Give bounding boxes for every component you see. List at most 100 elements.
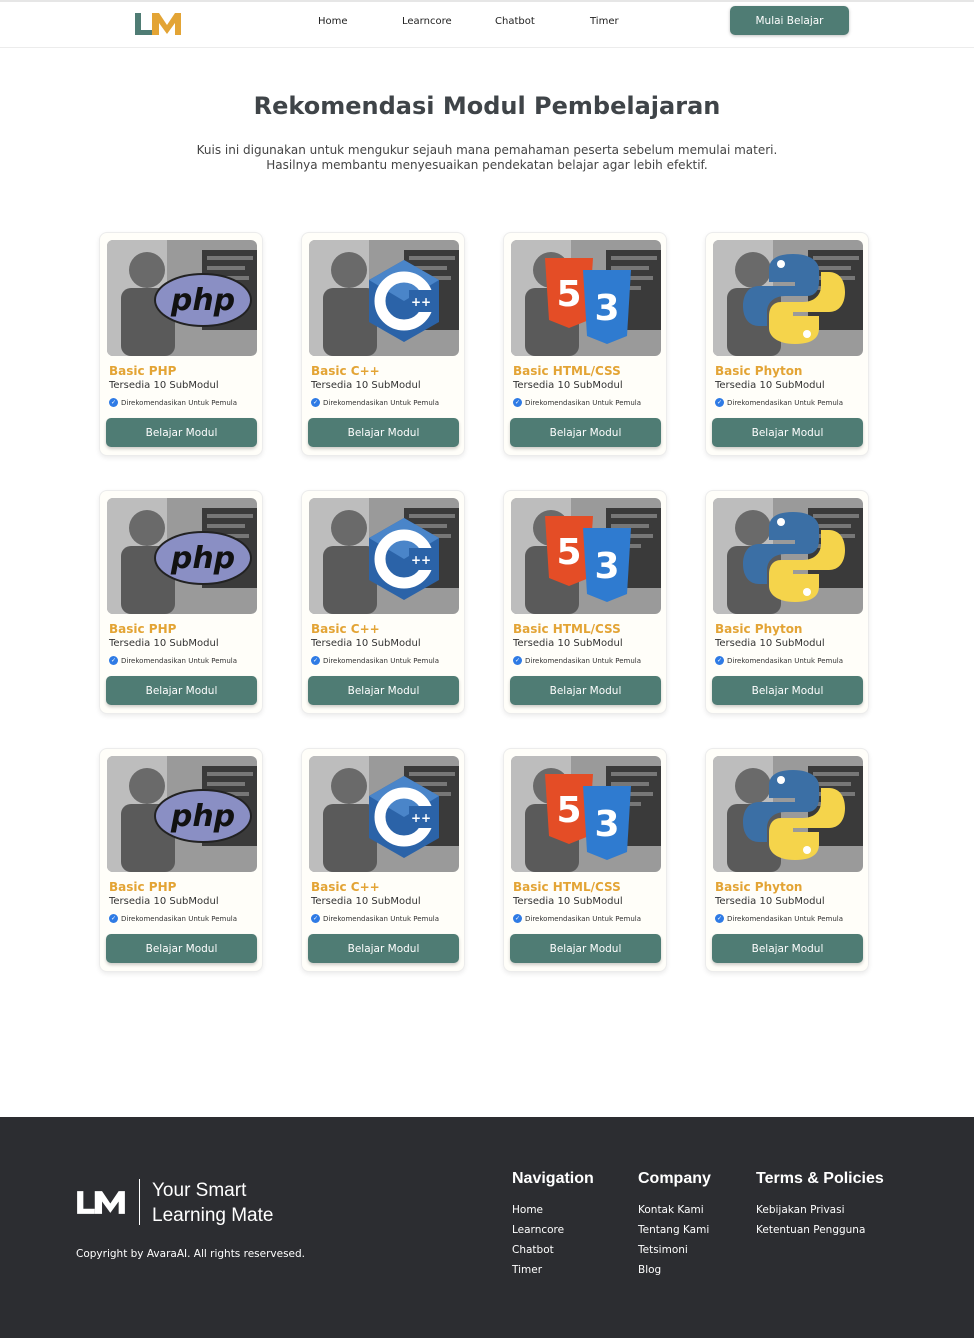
module-submodule-count: Tersedia 10 SubModul	[311, 896, 421, 907]
recommended-badge-text: Direkomendasikan Untuk Pemula	[323, 656, 440, 665]
verified-check-icon: ✓	[311, 914, 320, 923]
module-submodule-count: Tersedia 10 SubModul	[311, 638, 421, 649]
svg-text:3: 3	[594, 546, 619, 587]
module-submodule-count: Tersedia 10 SubModul	[513, 380, 623, 391]
module-title: Basic PHP	[109, 622, 177, 636]
belajar-modul-button[interactable]: Belajar Modul	[106, 418, 257, 447]
svg-text:5: 5	[556, 274, 581, 315]
nav-timer[interactable]: Timer	[590, 16, 619, 27]
footer-link-privasi[interactable]: Kebijakan Privasi	[756, 1200, 884, 1220]
belajar-modul-button[interactable]: Belajar Modul	[308, 934, 459, 963]
module-card: ++ Basic C++ Tersedia 10 SubModul ✓ Direkome…	[301, 748, 465, 972]
nav-chatbot[interactable]: Chatbot	[495, 16, 535, 27]
top-navbar: Home Learncore Chatbot Timer Mulai Belaj…	[0, 0, 974, 48]
svg-text:++: ++	[411, 553, 431, 567]
recommended-badge: ✓ Direkomendasikan Untuk Pemula	[109, 914, 237, 923]
footer-divider	[139, 1179, 140, 1225]
footer-link-testimoni[interactable]: Tetsimoni	[638, 1240, 711, 1260]
module-card: php Basic PHP Tersedia 10 SubModul ✓ Direkom…	[99, 490, 263, 714]
svg-text:3: 3	[594, 804, 619, 845]
module-card: ++ Basic C++ Tersedia 10 SubModul ✓ Direkome…	[301, 232, 465, 456]
footer-link-learncore[interactable]: Learncore	[512, 1220, 594, 1240]
recommended-badge-text: Direkomendasikan Untuk Pemula	[323, 398, 440, 407]
belajar-modul-button[interactable]: Belajar Modul	[106, 934, 257, 963]
page-subtitle: Kuis ini digunakan untuk mengukur sejauh…	[196, 143, 778, 172]
verified-check-icon: ✓	[715, 914, 724, 923]
footer-link-ketentuan[interactable]: Ketentuan Pengguna	[756, 1220, 884, 1240]
verified-check-icon: ✓	[715, 398, 724, 407]
belajar-modul-button[interactable]: Belajar Modul	[510, 934, 661, 963]
svg-text:5: 5	[556, 532, 581, 573]
footer-link-chatbot[interactable]: Chatbot	[512, 1240, 594, 1260]
html-css-logo-icon: 53	[511, 240, 661, 356]
belajar-modul-button[interactable]: Belajar Modul	[308, 676, 459, 705]
python-logo-icon	[713, 756, 863, 872]
footer-link-tentang[interactable]: Tentang Kami	[638, 1220, 711, 1240]
module-title: Basic Phyton	[715, 880, 803, 894]
recommended-badge: ✓ Direkomendasikan Untuk Pemula	[513, 398, 641, 407]
module-submodule-count: Tersedia 10 SubModul	[513, 896, 623, 907]
belajar-modul-button[interactable]: Belajar Modul	[712, 934, 863, 963]
module-submodule-count: Tersedia 10 SubModul	[715, 896, 825, 907]
module-card: 5 3 Basic HTML/CSS Tersedia 10 SubModul ✓ Dir…	[503, 232, 667, 456]
footer-terms: Terms & Policies Kebijakan Privasi Keten…	[756, 1170, 884, 1240]
svg-text:++: ++	[411, 295, 431, 309]
footer-navigation: Navigation Home Learncore Chatbot Timer	[512, 1170, 594, 1280]
verified-check-icon: ✓	[513, 398, 522, 407]
verified-check-icon: ✓	[311, 398, 320, 407]
recommended-badge: ✓ Direkomendasikan Untuk Pemula	[311, 914, 439, 923]
footer-link-timer[interactable]: Timer	[512, 1260, 594, 1280]
verified-check-icon: ✓	[513, 656, 522, 665]
cpp-logo-icon: ++	[309, 240, 459, 356]
belajar-modul-button[interactable]: Belajar Modul	[106, 676, 257, 705]
recommended-badge: ✓ Direkomendasikan Untuk Pemula	[109, 656, 237, 665]
php-logo-icon: php	[107, 498, 257, 614]
module-card: php Basic PHP Tersedia 10 SubModul ✓ Direkom…	[99, 748, 263, 972]
python-logo-icon	[713, 240, 863, 356]
svg-text:++: ++	[411, 811, 431, 825]
footer: Your Smart Learning Mate Copyright by Av…	[0, 1117, 974, 1338]
module-title: Basic HTML/CSS	[513, 622, 621, 636]
html-css-logo-icon: 53	[511, 498, 661, 614]
belajar-modul-button[interactable]: Belajar Modul	[510, 676, 661, 705]
footer-link-home[interactable]: Home	[512, 1200, 594, 1220]
verified-check-icon: ✓	[109, 914, 118, 923]
verified-check-icon: ✓	[109, 656, 118, 665]
recommended-badge-text: Direkomendasikan Untuk Pemula	[121, 656, 238, 665]
footer-link-kontak[interactable]: Kontak Kami	[638, 1200, 711, 1220]
module-card: Basic Phyton Tersedia 10 SubModul ✓ Direkom…	[705, 232, 869, 456]
recommended-badge-text: Direkomendasikan Untuk Pemula	[727, 656, 844, 665]
recommended-badge-text: Direkomendasikan Untuk Pemula	[121, 398, 238, 407]
cpp-logo-icon: ++	[309, 756, 459, 872]
belajar-modul-button[interactable]: Belajar Modul	[712, 676, 863, 705]
recommended-badge: ✓ Direkomendasikan Untuk Pemula	[513, 914, 641, 923]
module-submodule-count: Tersedia 10 SubModul	[715, 638, 825, 649]
belajar-modul-button[interactable]: Belajar Modul	[308, 418, 459, 447]
module-card: ++ Basic C++ Tersedia 10 SubModul ✓ Direkome…	[301, 490, 465, 714]
recommended-badge-text: Direkomendasikan Untuk Pemula	[727, 914, 844, 923]
recommended-badge: ✓ Direkomendasikan Untuk Pemula	[311, 656, 439, 665]
belajar-modul-button[interactable]: Belajar Modul	[510, 418, 661, 447]
footer-navigation-heading: Navigation	[512, 1170, 594, 1187]
module-grid: php Basic PHP Tersedia 10 SubModul ✓ Direkom…	[99, 232, 871, 972]
footer-link-blog[interactable]: Blog	[638, 1260, 711, 1280]
footer-company-heading: Company	[638, 1170, 711, 1187]
svg-text:php: php	[170, 541, 235, 576]
cpp-logo-icon: ++	[309, 498, 459, 614]
recommended-badge-text: Direkomendasikan Untuk Pemula	[727, 398, 844, 407]
footer-company: Company Kontak Kami Tentang Kami Tetsimo…	[638, 1170, 711, 1280]
mulai-belajar-button[interactable]: Mulai Belajar	[730, 6, 849, 35]
verified-check-icon: ✓	[513, 914, 522, 923]
php-logo-icon: php	[107, 756, 257, 872]
belajar-modul-button[interactable]: Belajar Modul	[712, 418, 863, 447]
recommended-badge: ✓ Direkomendasikan Untuk Pemula	[311, 398, 439, 407]
nav-home[interactable]: Home	[318, 16, 348, 27]
module-card: 5 3 Basic HTML/CSS Tersedia 10 SubModul ✓ Dir…	[503, 748, 667, 972]
footer-tagline: Your Smart Learning Mate	[152, 1180, 274, 1226]
module-title: Basic Phyton	[715, 364, 803, 378]
lm-logo[interactable]	[134, 11, 182, 37]
python-logo-icon	[713, 498, 863, 614]
module-title: Basic Phyton	[715, 622, 803, 636]
verified-check-icon: ✓	[311, 656, 320, 665]
nav-learncore[interactable]: Learncore	[402, 16, 452, 27]
